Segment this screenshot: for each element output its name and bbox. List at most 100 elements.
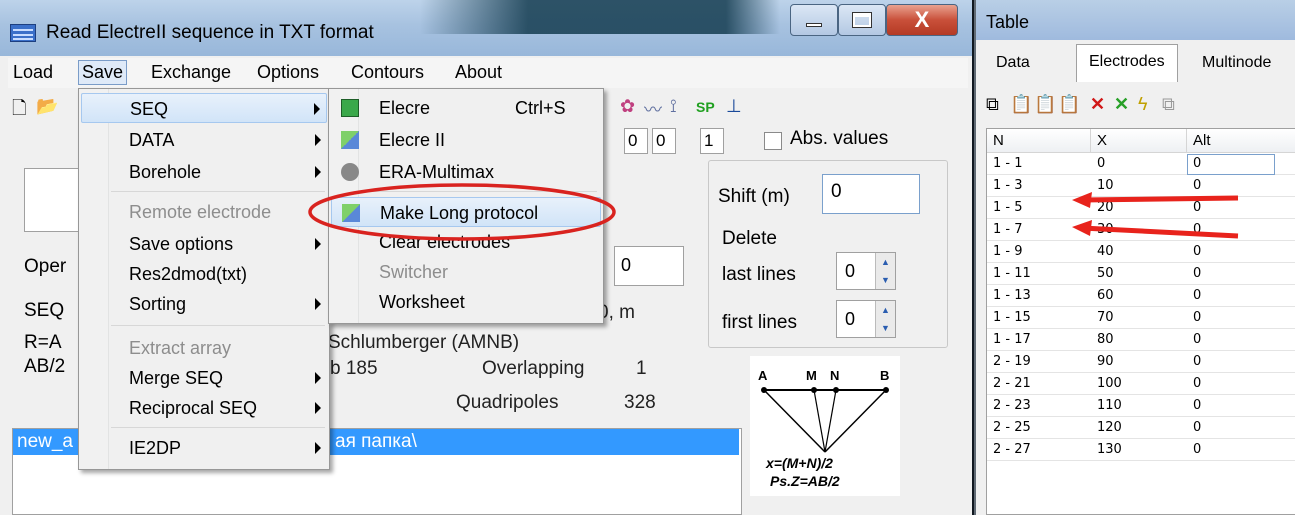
shift-input[interactable]: 0 bbox=[822, 174, 920, 214]
save-menu-borehole[interactable]: Borehole bbox=[81, 157, 327, 187]
cell-alt[interactable]: 0 bbox=[1187, 332, 1201, 347]
last-lines-spinner[interactable]: 0 ▲ ▼ bbox=[836, 252, 896, 290]
table-row[interactable]: 2 - 19 90 0 bbox=[987, 352, 1295, 373]
seq-worksheet[interactable]: Worksheet bbox=[331, 287, 601, 317]
cell-alt[interactable]: 0 bbox=[1187, 398, 1201, 413]
table-row[interactable]: 2 - 25 120 0 bbox=[987, 418, 1295, 439]
cell-alt[interactable]: 0 bbox=[1187, 310, 1201, 325]
column-header-x[interactable]: X bbox=[1091, 129, 1187, 153]
first-lines-spinner[interactable]: 0 ▲ ▼ bbox=[836, 300, 896, 338]
cell-x[interactable]: 130 bbox=[1091, 442, 1122, 457]
cell-n[interactable]: 1 - 3 bbox=[987, 178, 1023, 193]
cell-x[interactable]: 120 bbox=[1091, 420, 1122, 435]
cell-x[interactable]: 110 bbox=[1091, 398, 1122, 413]
cell-n[interactable]: 1 - 7 bbox=[987, 222, 1023, 237]
cell-x[interactable]: 100 bbox=[1091, 376, 1122, 391]
save-menu-seq[interactable]: SEQ bbox=[81, 93, 327, 123]
cell-n[interactable]: 1 - 5 bbox=[987, 200, 1023, 215]
spin-down-icon[interactable]: ▼ bbox=[876, 319, 895, 337]
cell-alt[interactable]: 0 bbox=[1187, 442, 1201, 457]
cell-n[interactable]: 1 - 13 bbox=[987, 288, 1031, 303]
save-menu-extract-array[interactable]: Extract array bbox=[81, 333, 327, 363]
paste-icon-2[interactable]: 📋 bbox=[1034, 94, 1056, 115]
paste-icon[interactable]: 📋 bbox=[1010, 94, 1032, 115]
seq-elecre-ii[interactable]: Elecre II bbox=[331, 125, 601, 155]
column-header-alt[interactable]: Alt bbox=[1187, 129, 1295, 153]
cell-x[interactable]: 60 bbox=[1091, 288, 1114, 303]
cell-x[interactable]: 0 bbox=[1091, 156, 1105, 171]
menu-contours[interactable]: Contours bbox=[348, 62, 427, 83]
table-row[interactable]: 1 - 11 50 0 bbox=[987, 264, 1295, 285]
new-file-icon[interactable]: 🗋 bbox=[12, 96, 26, 126]
tool-icon-2[interactable]: ⟟ bbox=[670, 96, 677, 117]
menu-exchange[interactable]: Exchange bbox=[148, 62, 234, 83]
menu-about[interactable]: About bbox=[452, 62, 505, 83]
first-lines-spin-buttons[interactable]: ▲ ▼ bbox=[875, 301, 895, 337]
table-row[interactable]: 2 - 23 110 0 bbox=[987, 396, 1295, 417]
copy-icon[interactable]: ⧉ bbox=[986, 94, 999, 115]
table-title-bar[interactable]: Table bbox=[976, 0, 1295, 40]
save-menu-sorting[interactable]: Sorting bbox=[81, 289, 327, 319]
cell-alt[interactable]: 0 bbox=[1187, 266, 1201, 281]
column-header-n[interactable]: N bbox=[987, 129, 1091, 153]
param-field-2[interactable]: 0 bbox=[652, 128, 676, 154]
value-field[interactable]: 0 bbox=[614, 246, 684, 286]
menu-options[interactable]: Options bbox=[254, 62, 322, 83]
open-folder-icon[interactable]: 📂 bbox=[36, 96, 58, 117]
cell-x[interactable]: 50 bbox=[1091, 266, 1114, 281]
cell-alt[interactable]: 0 bbox=[1187, 354, 1201, 369]
cell-x[interactable]: 70 bbox=[1091, 310, 1114, 325]
save-menu-ie2dp[interactable]: IE2DP bbox=[81, 433, 327, 463]
menu-save[interactable]: Save bbox=[78, 60, 128, 85]
close-button[interactable]: X bbox=[886, 4, 958, 36]
cell-alt[interactable]: 0 bbox=[1187, 420, 1201, 435]
save-menu-save-options[interactable]: Save options bbox=[81, 229, 327, 259]
cell-n[interactable]: 1 - 11 bbox=[987, 266, 1031, 281]
param-field-1[interactable]: 0 bbox=[624, 128, 648, 154]
title-bar[interactable]: Read ElectreII sequence in TXT format X bbox=[0, 0, 972, 56]
cell-x[interactable]: 90 bbox=[1091, 354, 1114, 369]
tab-electrodes[interactable]: Electrodes bbox=[1076, 44, 1178, 82]
table-row[interactable]: 1 - 17 80 0 bbox=[987, 330, 1295, 351]
seq-elecre[interactable]: Elecre Ctrl+S bbox=[331, 93, 601, 123]
cell-alt[interactable]: 0 bbox=[1187, 288, 1201, 303]
table-row[interactable]: 2 - 21 100 0 bbox=[987, 374, 1295, 395]
cell-n[interactable]: 1 - 9 bbox=[987, 244, 1023, 259]
copy-disabled-icon[interactable]: ⧉ bbox=[1162, 94, 1175, 115]
tool-icon-1[interactable]: ✿ bbox=[620, 96, 635, 117]
spin-down-icon[interactable]: ▼ bbox=[876, 271, 895, 289]
tool-icon-3[interactable]: ⊥ bbox=[726, 96, 742, 117]
delete-red-icon[interactable]: ✕ bbox=[1090, 94, 1105, 115]
cell-n[interactable]: 1 - 1 bbox=[987, 156, 1023, 171]
abs-values-checkbox[interactable] bbox=[764, 132, 782, 150]
cell-n[interactable]: 2 - 27 bbox=[987, 442, 1031, 457]
menu-load[interactable]: Load bbox=[10, 62, 56, 83]
tab-data[interactable]: Data bbox=[984, 46, 1042, 80]
lightning-icon[interactable]: ϟ bbox=[1138, 94, 1148, 115]
cell-n[interactable]: 2 - 23 bbox=[987, 398, 1031, 413]
save-menu-remote-electrode[interactable]: Remote electrode bbox=[81, 197, 327, 227]
sp-icon[interactable]: SP bbox=[696, 99, 715, 115]
cell-n[interactable]: 1 - 17 bbox=[987, 332, 1031, 347]
spin-up-icon[interactable]: ▲ bbox=[876, 253, 895, 271]
save-menu-merge-seq[interactable]: Merge SEQ bbox=[81, 363, 327, 393]
last-lines-spin-buttons[interactable]: ▲ ▼ bbox=[875, 253, 895, 289]
cell-n[interactable]: 2 - 21 bbox=[987, 376, 1031, 391]
minimize-button[interactable] bbox=[790, 4, 838, 36]
table-row[interactable]: 1 - 100 bbox=[987, 154, 1295, 175]
cell-n[interactable]: 1 - 15 bbox=[987, 310, 1031, 325]
table-row[interactable]: 2 - 27 130 0 bbox=[987, 440, 1295, 461]
seq-switcher[interactable]: Switcher bbox=[331, 257, 601, 287]
spin-up-icon[interactable]: ▲ bbox=[876, 301, 895, 319]
table-row[interactable]: 1 - 15 70 0 bbox=[987, 308, 1295, 329]
delete-green-icon[interactable]: ✕ bbox=[1114, 94, 1129, 115]
save-menu-reciprocal-seq[interactable]: Reciprocal SEQ bbox=[81, 393, 327, 423]
cell-alt[interactable]: 0 bbox=[1187, 376, 1201, 391]
paste-icon-3[interactable]: 📋 bbox=[1058, 94, 1080, 115]
cell-n[interactable]: 2 - 19 bbox=[987, 354, 1031, 369]
maximize-button[interactable] bbox=[838, 4, 886, 36]
cell-n[interactable]: 2 - 25 bbox=[987, 420, 1031, 435]
save-menu-res2dmod[interactable]: Res2dmod(txt) bbox=[81, 259, 327, 289]
save-menu-data[interactable]: DATA bbox=[81, 125, 327, 155]
table-row[interactable]: 1 - 13 60 0 bbox=[987, 286, 1295, 307]
